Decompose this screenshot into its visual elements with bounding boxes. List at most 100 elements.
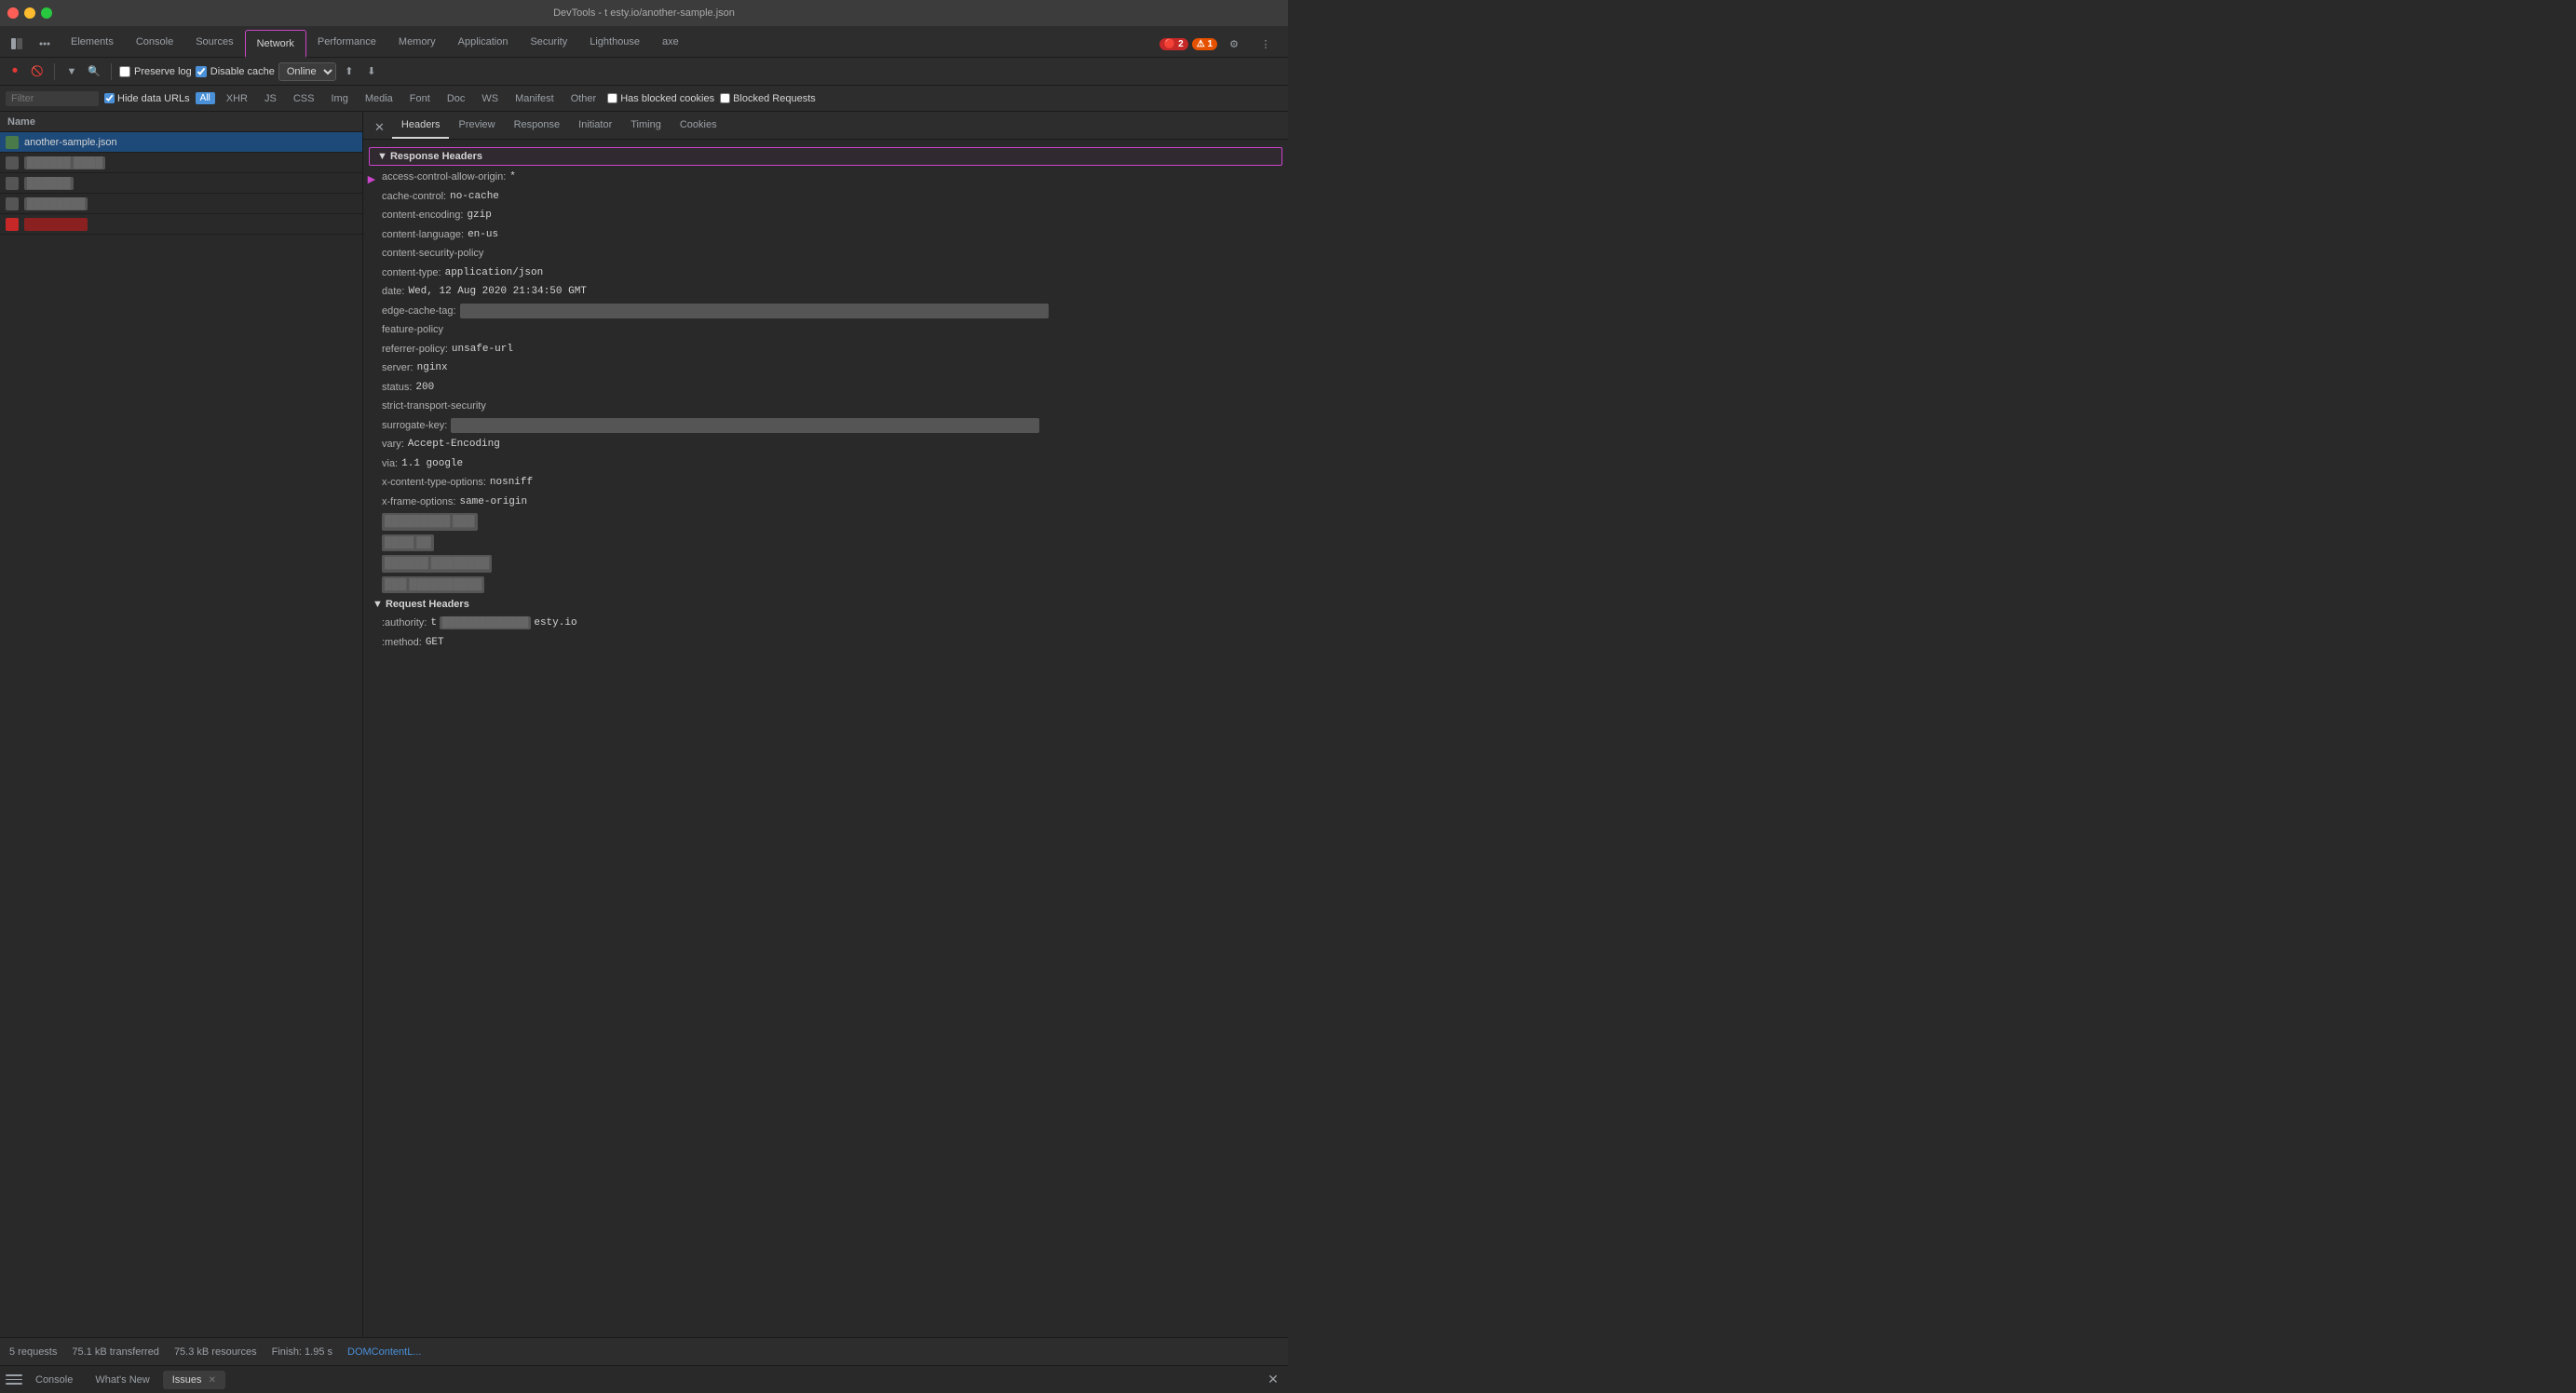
arrow-indicator: ► [365, 169, 378, 189]
file-icon [6, 136, 19, 149]
filter-ws[interactable]: WS [476, 92, 504, 105]
header-row: :method: GET [363, 633, 1288, 653]
header-row: content-security-policy [363, 244, 1288, 264]
finish-time: Finish: 1.95 s [272, 1346, 332, 1358]
network-toolbar: ⏺ 🚫 ▼ 🔍 Preserve log Disable cache Onlin… [0, 58, 1288, 86]
tab-elements[interactable]: Elements [60, 29, 125, 57]
list-item[interactable]: another-sample.json [0, 132, 362, 153]
bottom-tab-console[interactable]: Console [26, 1371, 82, 1389]
detail-tabs: ✕ Headers Preview Response Initiator Tim… [363, 112, 1288, 140]
blocked-requests-label[interactable]: Blocked Requests [720, 93, 816, 104]
throttle-select[interactable]: Online [278, 62, 336, 81]
header-row: edge-cache-tag: ████████████████████████… [363, 302, 1288, 321]
list-item[interactable]: ██████ ████ [0, 153, 362, 173]
has-blocked-cookies-label[interactable]: Has blocked cookies [607, 93, 714, 104]
detail-tab-headers[interactable]: Headers [392, 113, 450, 139]
tab-application[interactable]: Application [447, 29, 520, 57]
filter-doc[interactable]: Doc [441, 92, 471, 105]
issues-tab-close-icon[interactable]: ✕ [209, 1375, 216, 1386]
header-row: server: nginx [363, 358, 1288, 378]
file-icon [6, 197, 19, 210]
toolbar-separator-1 [54, 63, 55, 80]
devtools-tabs: Elements Console Sources Network Perform… [0, 26, 1288, 58]
header-row: cache-control: no-cache [363, 187, 1288, 207]
main-area: Name another-sample.json ██████ ████ ███… [0, 112, 1288, 1337]
hamburger-menu-icon[interactable] [6, 1372, 22, 1388]
hide-data-urls-checkbox[interactable] [104, 93, 115, 103]
filter-xhr[interactable]: XHR [221, 92, 253, 105]
tab-network[interactable]: Network [245, 30, 306, 58]
tab-memory[interactable]: Memory [387, 29, 447, 57]
header-row: ████ ██ [363, 533, 1288, 554]
filter-icon[interactable]: ▼ [62, 62, 81, 81]
tab-sources[interactable]: Sources [184, 29, 244, 57]
warn-count-badge: ⚠ 1 [1192, 38, 1217, 50]
domcontent-link[interactable]: DOMContentL... [347, 1346, 421, 1358]
file-icon [6, 156, 19, 169]
filter-input[interactable] [6, 91, 99, 106]
disable-cache-label[interactable]: Disable cache [196, 66, 275, 77]
maximize-button[interactable] [41, 7, 52, 19]
blocked-requests-checkbox[interactable] [720, 93, 730, 103]
filter-js[interactable]: JS [259, 92, 282, 105]
import-icon[interactable]: ⬆ [340, 62, 359, 81]
preserve-log-label[interactable]: Preserve log [119, 66, 192, 77]
header-row: status: 200 [363, 378, 1288, 398]
settings-icon[interactable]: ⚙ [1221, 31, 1247, 57]
tab-end-icons: 🔴 2 ⚠ 1 ⚙ ⋮ [1159, 31, 1284, 57]
close-panel-icon[interactable]: ✕ [1264, 1371, 1282, 1389]
has-blocked-cookies-checkbox[interactable] [607, 93, 617, 103]
header-row: :authority: t██████████████esty.io [363, 614, 1288, 633]
filter-manifest[interactable]: Manifest [509, 92, 560, 105]
bottom-bar: Console What's New Issues ✕ ✕ [0, 1365, 1288, 1393]
sidebar-toggle-icon[interactable] [4, 31, 30, 57]
header-row: x-frame-options: same-origin [363, 493, 1288, 512]
list-item[interactable]: ████████ [0, 214, 362, 235]
file-icon [6, 218, 19, 231]
bottom-tab-issues[interactable]: Issues ✕ [163, 1371, 225, 1389]
detail-tab-response[interactable]: Response [505, 113, 570, 139]
filter-css[interactable]: CSS [288, 92, 320, 105]
header-row: content-type: application/json [363, 264, 1288, 283]
disable-cache-checkbox[interactable] [196, 66, 207, 77]
response-headers-section[interactable]: ▼ Response Headers [369, 147, 1282, 166]
title-bar: DevTools - t esty.io/another-sample.json [0, 0, 1288, 26]
search-icon[interactable]: 🔍 [85, 62, 103, 81]
filter-img[interactable]: Img [325, 92, 353, 105]
headers-content[interactable]: ▼ Response Headers ► access-control-allo… [363, 140, 1288, 1337]
header-row: vary: Accept-Encoding [363, 435, 1288, 454]
tab-axe[interactable]: axe [651, 29, 690, 57]
detail-tab-preview[interactable]: Preview [449, 113, 504, 139]
header-row: surrogate-key: █████████████████████████… [363, 416, 1288, 436]
preserve-log-checkbox[interactable] [119, 66, 130, 77]
filter-all-chip[interactable]: All [196, 92, 215, 104]
detail-close-button[interactable]: ✕ [367, 116, 392, 139]
clear-button[interactable]: 🚫 [28, 62, 47, 81]
filter-other[interactable]: Other [565, 92, 603, 105]
detail-tab-cookies[interactable]: Cookies [671, 113, 726, 139]
tab-performance[interactable]: Performance [306, 29, 387, 57]
header-row: █████████ ███ [363, 511, 1288, 533]
tab-console[interactable]: Console [125, 29, 184, 57]
export-icon[interactable]: ⬇ [362, 62, 381, 81]
detail-tab-initiator[interactable]: Initiator [569, 113, 621, 139]
customize-icon[interactable] [32, 31, 58, 57]
more-options-icon[interactable]: ⋮ [1253, 31, 1279, 57]
list-item[interactable]: ██████ [0, 173, 362, 194]
tab-lighthouse[interactable]: Lighthouse [578, 29, 651, 57]
detail-tab-timing[interactable]: Timing [621, 113, 671, 139]
header-row: referrer-policy: unsafe-url [363, 340, 1288, 359]
filter-font[interactable]: Font [404, 92, 436, 105]
filter-media[interactable]: Media [359, 92, 399, 105]
bottom-tab-whats-new[interactable]: What's New [86, 1371, 158, 1389]
hide-data-urls-label[interactable]: Hide data URLs [104, 93, 190, 104]
record-button[interactable]: ⏺ [6, 62, 24, 81]
close-button[interactable] [7, 7, 19, 19]
tab-security[interactable]: Security [519, 29, 578, 57]
request-headers-section[interactable]: ▼ Request Headers [363, 595, 1288, 614]
list-item[interactable]: ████████ [0, 194, 362, 214]
minimize-button[interactable] [24, 7, 35, 19]
network-list-items[interactable]: another-sample.json ██████ ████ ██████ █… [0, 132, 362, 1337]
error-count-badge: 🔴 2 [1159, 38, 1188, 50]
header-row: feature-policy [363, 320, 1288, 340]
